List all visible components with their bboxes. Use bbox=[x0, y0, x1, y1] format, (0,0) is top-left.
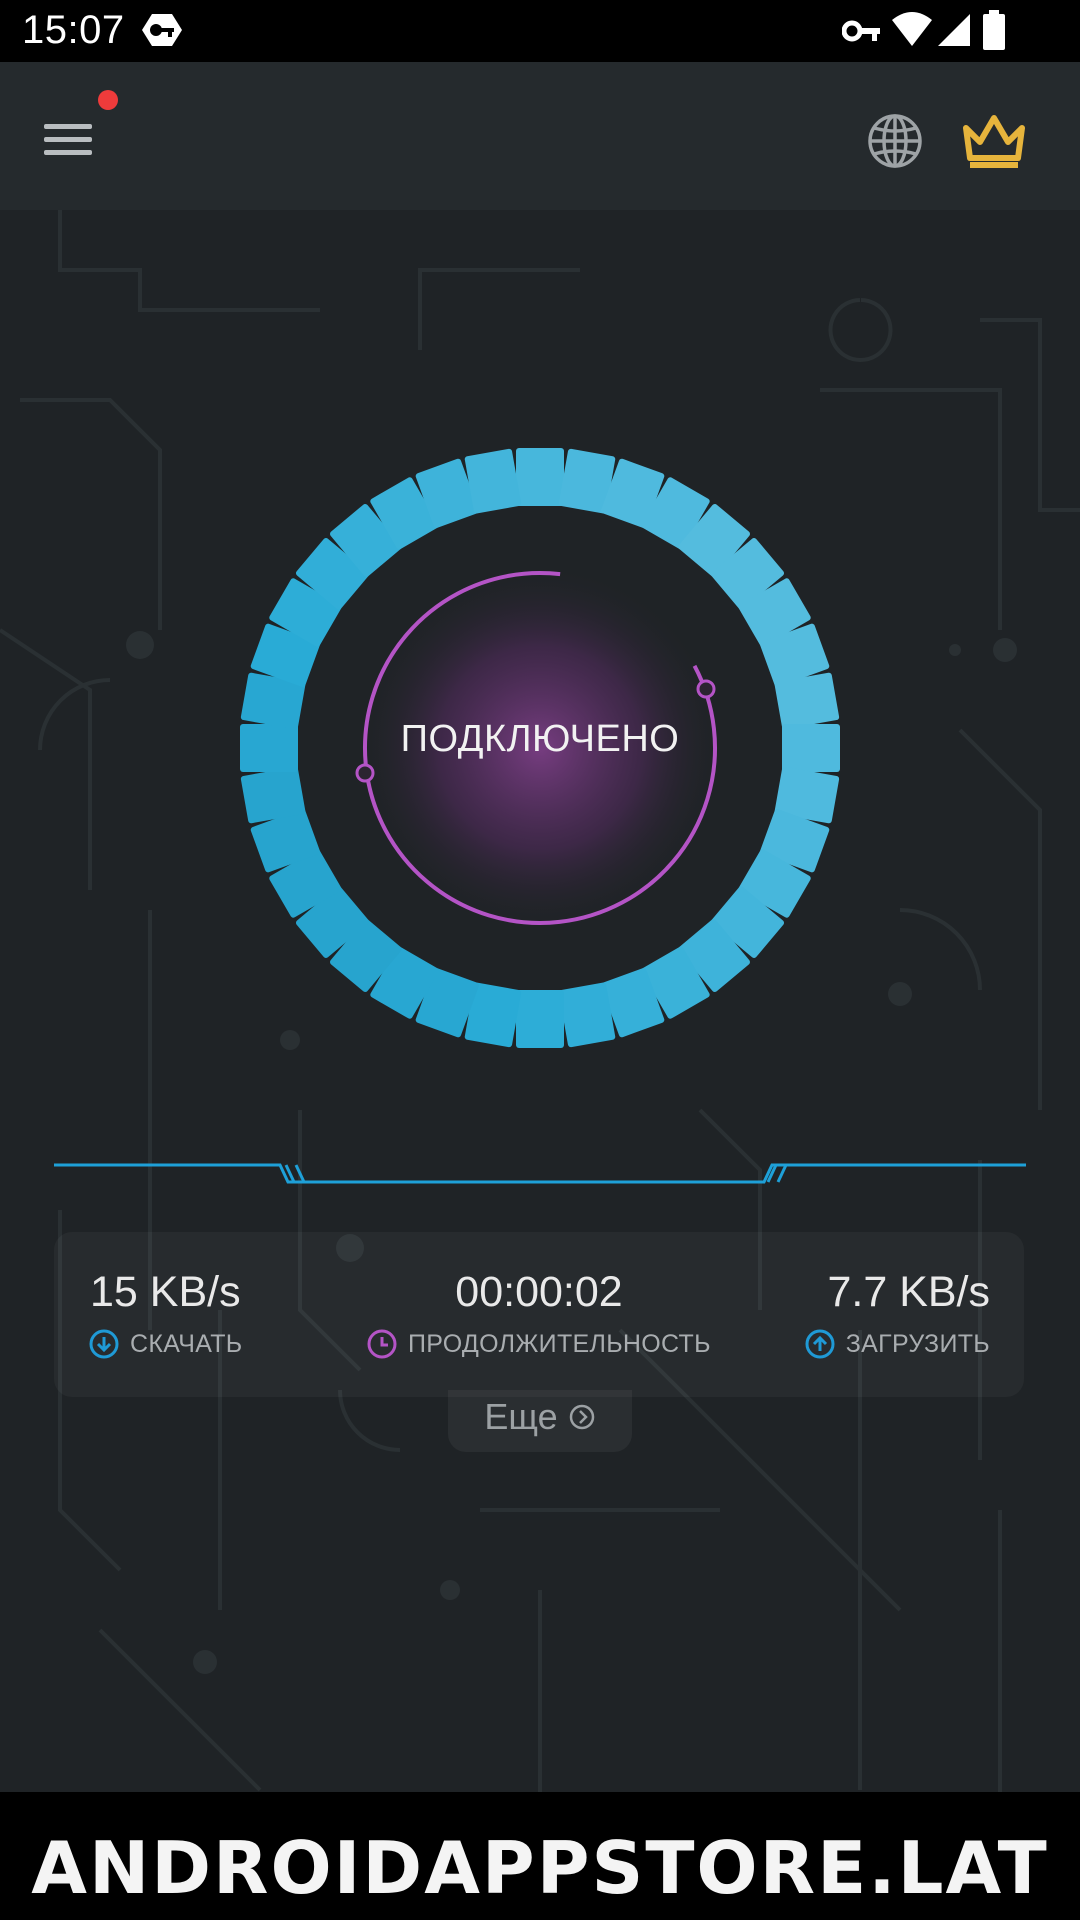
app-bar bbox=[0, 62, 1080, 210]
more-label: Еще bbox=[484, 1396, 558, 1437]
dial-segment bbox=[240, 724, 298, 772]
duration-label-row: ПРОДОЛЖИТЕЛЬНОСТЬ bbox=[366, 1328, 711, 1360]
section-divider bbox=[54, 1163, 1026, 1184]
globe-icon[interactable] bbox=[862, 108, 928, 174]
clock-icon bbox=[367, 1329, 397, 1359]
signal-icon bbox=[938, 14, 970, 46]
dial-segment bbox=[516, 448, 564, 506]
dial-segment bbox=[464, 448, 522, 514]
status-time: 15:07 bbox=[22, 8, 125, 52]
vpn-badge-icon bbox=[142, 14, 182, 46]
upload-icon bbox=[805, 1329, 835, 1359]
battery-icon bbox=[983, 10, 1005, 50]
ring-handle-end bbox=[696, 679, 716, 699]
dial-segment bbox=[558, 982, 616, 1048]
status-bar: 15:07 bbox=[0, 0, 1080, 62]
duration-label: ПРОДОЛЖИТЕЛЬНОСТЬ bbox=[408, 1329, 711, 1358]
crown-icon[interactable] bbox=[958, 106, 1030, 174]
menu-icon[interactable] bbox=[34, 104, 104, 174]
stats-panel: 15 KB/s СКАЧАТЬ 00:00:02 ПРОДОЛЖИТЕЛЬНОС… bbox=[54, 1232, 1024, 1397]
dial-segment bbox=[774, 672, 840, 730]
download-icon bbox=[89, 1329, 119, 1359]
dial-segment bbox=[240, 766, 306, 824]
dial-segment bbox=[516, 990, 564, 1048]
watermark: ANDROIDAPPSTORE.LAT bbox=[31, 1826, 1049, 1910]
notification-dot bbox=[98, 90, 118, 110]
download-label-row: СКАЧАТЬ bbox=[88, 1328, 243, 1360]
upload-label: ЗАГРУЗИТЬ bbox=[845, 1329, 990, 1358]
wifi-icon bbox=[892, 12, 932, 46]
more-button[interactable]: Еще bbox=[440, 1392, 640, 1442]
key-icon bbox=[842, 20, 880, 42]
ring-handle-start bbox=[355, 763, 375, 783]
dial-segment bbox=[782, 724, 840, 772]
upload-label-row: ЗАГРУЗИТЬ bbox=[804, 1328, 990, 1360]
download-label: СКАЧАТЬ bbox=[130, 1329, 243, 1358]
chevron-right-circle-icon bbox=[569, 1404, 594, 1430]
upload-speed: 7.7 KB/s bbox=[827, 1268, 990, 1316]
connection-status: ПОДКЛЮЧЕНО bbox=[400, 718, 680, 760]
